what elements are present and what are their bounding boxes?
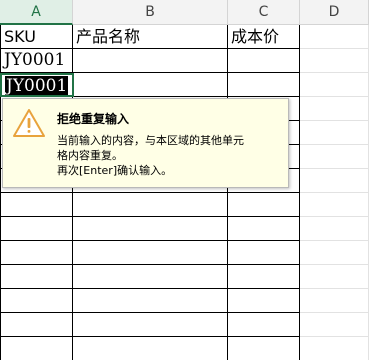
table-row: SKU 产品名称 成本价 (0, 25, 369, 49)
cell-c2[interactable] (228, 49, 300, 73)
spreadsheet: A B C D SKU 产品名称 成本价 JY0001 JY0001 拒绝重复输… (0, 0, 369, 360)
cell-c1[interactable]: 成本价 (228, 25, 300, 49)
table-row (0, 265, 369, 289)
cell-b1[interactable]: 产品名称 (73, 25, 228, 49)
cell[interactable] (73, 289, 228, 313)
table-row (0, 289, 369, 313)
cell-c3[interactable] (228, 73, 300, 97)
column-header-d[interactable]: D (300, 0, 369, 24)
column-header-a[interactable]: A (0, 0, 73, 25)
cell[interactable] (228, 241, 300, 265)
cell[interactable] (0, 289, 73, 313)
cell-b2[interactable] (73, 49, 228, 73)
cell[interactable] (228, 337, 300, 360)
cell[interactable] (300, 145, 369, 169)
cell-a2[interactable]: JY0001 (0, 49, 73, 73)
cell[interactable] (0, 217, 73, 241)
warning-icon (13, 109, 45, 137)
table-row: JY0001 (0, 49, 369, 73)
table-row (0, 241, 369, 265)
cell-a1[interactable]: SKU (0, 25, 73, 49)
cell[interactable] (228, 217, 300, 241)
cell[interactable] (0, 193, 73, 217)
warning-message: 当前输入的内容，与本区域的其他单元 格内容重复。 再次[Enter]确认输入。 (57, 133, 287, 178)
cell[interactable] (0, 337, 73, 360)
duplicate-entry-warning: 拒绝重复输入 当前输入的内容，与本区域的其他单元 格内容重复。 再次[Enter… (2, 98, 289, 188)
cell[interactable] (300, 289, 369, 313)
cell-d2[interactable] (300, 49, 369, 73)
column-header-b[interactable]: B (73, 0, 228, 24)
column-header-c[interactable]: C (228, 0, 300, 24)
cell[interactable] (73, 217, 228, 241)
cell[interactable] (300, 265, 369, 289)
cell-d1[interactable] (300, 25, 369, 49)
table-row (0, 217, 369, 241)
cell[interactable] (73, 265, 228, 289)
cell[interactable] (0, 241, 73, 265)
cell[interactable] (0, 313, 73, 337)
cell-a3-value: JY0001 (5, 76, 69, 96)
cell[interactable] (300, 121, 369, 145)
cell-a3-active[interactable]: JY0001 (0, 73, 74, 97)
table-row: JY0001 (0, 73, 369, 97)
table-row (0, 337, 369, 360)
cell[interactable] (228, 193, 300, 217)
cell[interactable] (73, 193, 228, 217)
cell-d3[interactable] (300, 73, 369, 97)
cell[interactable] (300, 337, 369, 360)
cell[interactable] (300, 217, 369, 241)
cell[interactable] (300, 313, 369, 337)
table-row (0, 313, 369, 337)
cell[interactable] (73, 337, 228, 360)
cell[interactable] (300, 241, 369, 265)
warning-message-line: 当前输入的内容，与本区域的其他单元 (57, 134, 244, 147)
table-row (0, 193, 369, 217)
column-header-row: A B C D (0, 0, 369, 25)
cell[interactable] (300, 97, 369, 121)
cell-b3[interactable] (74, 73, 228, 97)
cell[interactable] (300, 193, 369, 217)
cell[interactable] (0, 265, 73, 289)
cell[interactable] (73, 241, 228, 265)
cell[interactable] (228, 313, 300, 337)
warning-message-line: 格内容重复。 (57, 149, 123, 162)
cell[interactable] (228, 289, 300, 313)
warning-message-line: 再次[Enter]确认输入。 (57, 164, 173, 177)
cell[interactable] (73, 313, 228, 337)
cell[interactable] (300, 169, 369, 193)
warning-title: 拒绝重复输入 (57, 112, 130, 126)
cell[interactable] (228, 265, 300, 289)
